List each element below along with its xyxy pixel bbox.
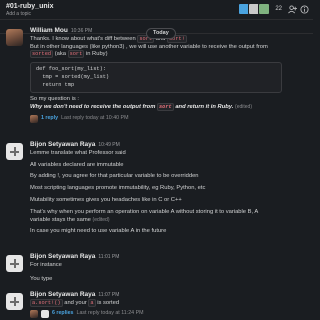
message-time[interactable]: 10:36 PM: [71, 28, 92, 34]
last-reply-time: Last reply today at 11:24 PM: [76, 310, 144, 316]
member-count[interactable]: 22: [275, 5, 282, 13]
channel-topic[interactable]: Add a topic: [6, 11, 31, 18]
message-time[interactable]: 11:07 PM: [98, 292, 119, 298]
message-author[interactable]: Bijon Setyawan Raya: [30, 291, 95, 298]
avatar-pattern: [10, 147, 19, 156]
avatar-pattern: [10, 297, 19, 306]
channel-header: #01-ruby_unix Add a topic 22: [0, 0, 313, 20]
message-author[interactable]: Bijon Setyawan Raya: [30, 253, 95, 260]
thread-summary[interactable]: 6 replies Last reply today at 11:24 PM: [30, 309, 307, 318]
message-line: sorted (aka sort in Ruby): [30, 50, 108, 59]
message-time[interactable]: 11:01 PM: [98, 254, 119, 260]
message-line: Lemme translate what Professor said: [30, 149, 126, 156]
message-line: For instance: [30, 261, 62, 268]
reply-count-link[interactable]: 6 replies: [52, 310, 74, 317]
message-line: All variables declared are immutable: [30, 161, 124, 168]
reply-count-link[interactable]: 1 reply: [41, 115, 58, 122]
edited-marker: (edited): [92, 216, 110, 223]
thread-participant-avatar: [41, 309, 49, 318]
inline-code: sorted: [30, 50, 54, 59]
add-user-icon[interactable]: [287, 4, 297, 14]
inline-code: sort: [157, 103, 174, 112]
inline-code: a.sort!(): [30, 298, 63, 307]
bijon-avatar[interactable]: [6, 143, 23, 160]
message-author[interactable]: Bijon Setyawan Raya: [30, 141, 95, 148]
last-reply-time: Last reply today at 10:40 PM: [61, 115, 129, 122]
member-avatar: [258, 3, 271, 15]
inline-code: sort: [67, 50, 85, 59]
header-actions: 22: [238, 3, 309, 15]
edited-marker: (edited): [235, 104, 252, 111]
message-line: You type: [30, 275, 53, 282]
thread-summary[interactable]: 1 reply Last reply today at 10:40 PM: [30, 114, 307, 123]
thread-participant-avatar: [30, 114, 38, 123]
info-icon[interactable]: [299, 4, 309, 14]
thread-participant-avatar: [30, 309, 38, 318]
message-line: By adding !, you agree for that particul…: [30, 173, 199, 180]
william-avatar[interactable]: [6, 29, 23, 46]
avatar-pattern: [10, 259, 19, 268]
message-line: Mutability sometimes gives you headaches…: [30, 197, 182, 204]
message-line: That's why when you perform an operation…: [30, 208, 259, 215]
today-divider-pill[interactable]: Today: [146, 28, 176, 40]
bijon-avatar[interactable]: [6, 293, 23, 310]
message-author[interactable]: William Mou: [30, 27, 68, 34]
message-line: Most scripting languages promote immutab…: [30, 185, 206, 192]
inline-code: a: [88, 298, 96, 307]
message-line: a.sort!() and your a is sorted: [30, 298, 120, 307]
message-time[interactable]: 10:49 PM: [98, 142, 119, 148]
message-line: variable stays the same (edited): [30, 216, 110, 223]
bijon-avatar[interactable]: [6, 255, 23, 272]
message-line: Why we don't need to receive the output …: [30, 103, 252, 112]
message-line: In case you might need to use variable A…: [30, 228, 167, 235]
code-block: def foo_sort(my_list): tmp = sorted(my_l…: [30, 62, 282, 94]
member-avatars[interactable]: [238, 3, 271, 15]
